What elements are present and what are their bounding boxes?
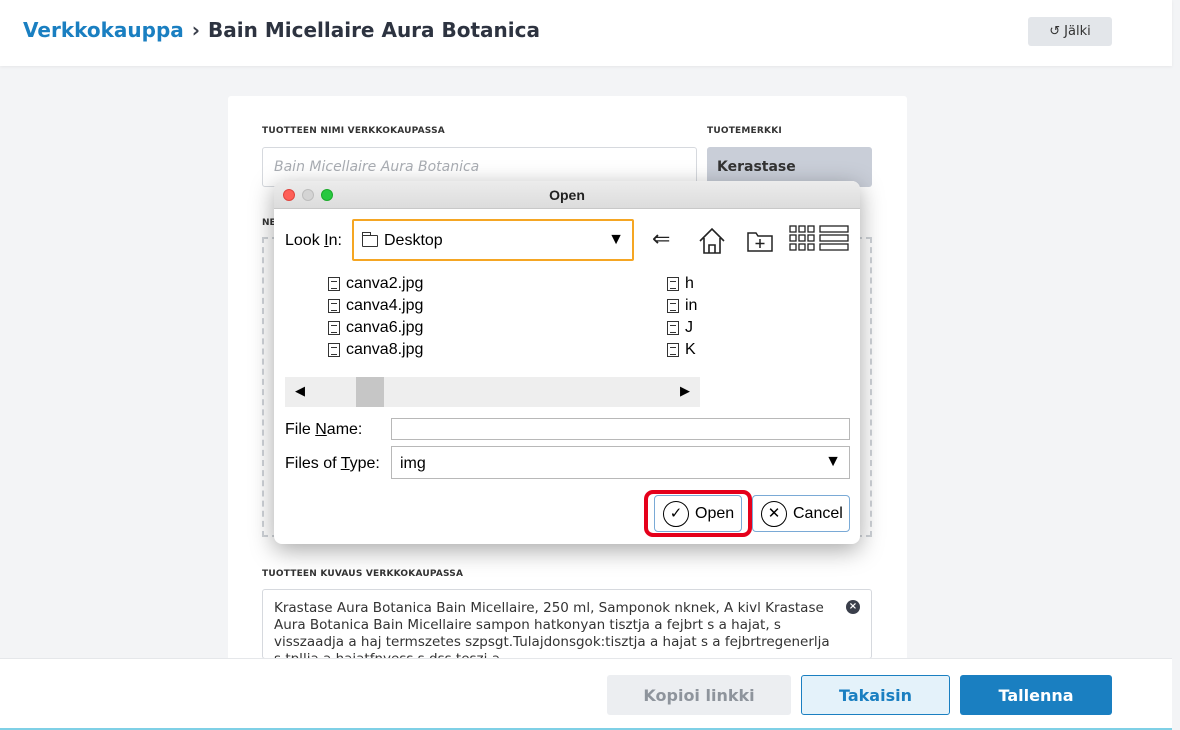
save-button[interactable]: Tallenna [960, 675, 1112, 715]
brand-label: TUOTEMERKKI [707, 126, 782, 136]
list-item[interactable]: canva6.jpg [328, 317, 423, 339]
open-button[interactable]: ✓ Open [654, 495, 742, 532]
open-button-label: Open [695, 504, 735, 522]
file-name-input[interactable] [391, 418, 850, 440]
list-view-icon[interactable] [789, 225, 815, 251]
list-item[interactable]: canva8.jpg [328, 339, 423, 361]
look-in-value: Desktop [384, 232, 443, 249]
page-header: Verkkokauppa › Bain Micellaire Aura Bota… [0, 0, 1172, 66]
horizontal-scrollbar[interactable]: ◀ ▶ [285, 377, 700, 407]
copy-link-button[interactable]: Kopioi linkki [607, 675, 791, 715]
file-icon [667, 277, 679, 291]
open-file-dialog: Open Look In: Desktop ▼ ⇐ canva2.jpg can… [274, 181, 860, 544]
file-icon [328, 299, 340, 313]
new-folder-icon[interactable] [746, 229, 774, 253]
product-name-label: TUOTTEEN NIMI VERKKOKAUPASSA [262, 126, 445, 136]
checkmark-icon: ✓ [663, 500, 689, 527]
file-icon [328, 277, 340, 291]
scrollbar-thumb[interactable] [356, 377, 384, 407]
list-item[interactable]: canva2.jpg [328, 273, 423, 295]
file-list[interactable]: canva2.jpg canva4.jpg canva6.jpg canva8.… [274, 273, 704, 365]
scroll-left-icon[interactable]: ◀ [295, 383, 305, 399]
file-name-label: File Name: [285, 421, 363, 438]
folder-icon [361, 232, 378, 247]
description-textarea[interactable]: Krastase Aura Botanica Bain Micellaire, … [262, 589, 872, 659]
look-in-select[interactable]: Desktop ▼ [352, 219, 634, 261]
dialog-title: Open [549, 187, 585, 203]
list-item[interactable]: in [667, 295, 697, 317]
page-title: Bain Micellaire Aura Botanica [208, 18, 540, 42]
file-icon [667, 299, 679, 313]
chevron-down-icon: ▼ [608, 231, 624, 248]
breadcrumb-root-link[interactable]: Verkkokauppa [23, 18, 184, 42]
back-button[interactable]: Takaisin [801, 675, 950, 715]
list-item[interactable]: canva4.jpg [328, 295, 423, 317]
home-icon[interactable] [697, 226, 727, 256]
file-icon [328, 343, 340, 357]
file-type-value: img [400, 455, 426, 472]
look-in-label: Look In: [285, 232, 342, 249]
description-label: TUOTTEEN KUVAUS VERKKOKAUPASSA [262, 569, 464, 579]
file-icon [328, 321, 340, 335]
dialog-titlebar[interactable]: Open [274, 181, 860, 209]
back-arrow-icon[interactable]: ⇐ [652, 225, 670, 253]
file-icon [667, 343, 679, 357]
breadcrumb: Verkkokauppa › Bain Micellaire Aura Bota… [23, 18, 540, 42]
chevron-down-icon: ▼ [825, 453, 841, 470]
file-type-select[interactable]: img ▼ [391, 446, 850, 479]
history-icon: ↺ [1049, 24, 1061, 39]
scroll-right-icon[interactable]: ▶ [680, 383, 690, 399]
page-footer: Kopioi linkki Takaisin Tallenna [0, 658, 1172, 730]
details-view-icon[interactable] [819, 225, 849, 251]
history-button[interactable]: ↺ Jälki [1028, 17, 1112, 46]
list-item[interactable]: J [667, 317, 693, 339]
list-item[interactable]: K [667, 339, 696, 361]
file-type-label: Files of Type: [285, 455, 380, 472]
breadcrumb-separator-icon: › [191, 18, 201, 42]
clear-description-icon[interactable]: × [846, 600, 860, 614]
list-item[interactable]: h [667, 273, 694, 295]
history-button-label: Jälki [1064, 24, 1091, 39]
file-icon [667, 321, 679, 335]
cancel-button-label: Cancel [793, 504, 843, 522]
close-icon: ✕ [761, 500, 787, 527]
cancel-button[interactable]: ✕ Cancel [752, 495, 850, 532]
